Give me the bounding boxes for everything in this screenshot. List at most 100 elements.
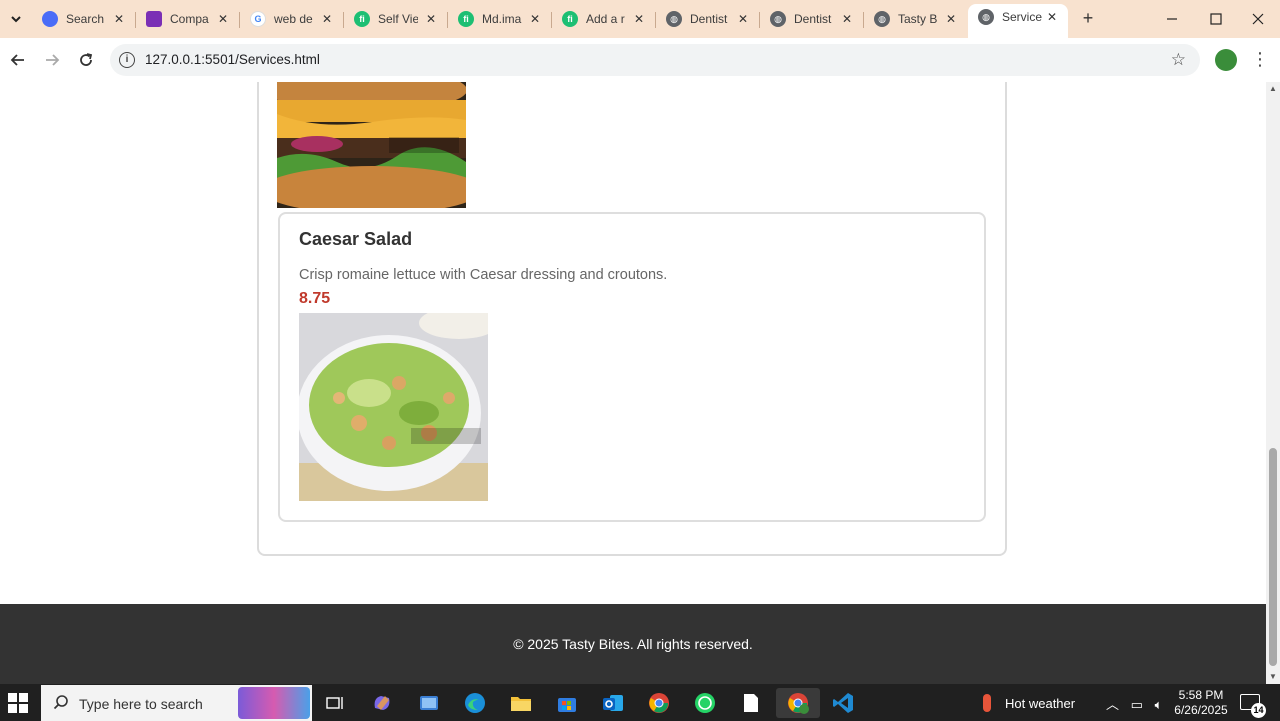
- close-icon[interactable]: ✕: [319, 11, 335, 27]
- close-icon: [1252, 13, 1264, 25]
- globe-icon: ◍: [978, 9, 994, 25]
- clock-time: 5:58 PM: [1178, 688, 1224, 702]
- salad-image: [299, 313, 488, 501]
- chrome-icon[interactable]: [644, 688, 674, 718]
- notepad-icon[interactable]: [736, 688, 766, 718]
- system-tray[interactable]: ︿ ▭ 🔈︎: [1106, 694, 1162, 713]
- close-icon[interactable]: ✕: [839, 11, 855, 27]
- tab-strip: Search ✕ Compa ✕ G web de ✕ fi Self Vie …: [0, 0, 1280, 38]
- back-button[interactable]: [6, 48, 30, 72]
- globe-icon: ◍: [770, 11, 786, 27]
- fiverr-icon: fi: [562, 11, 578, 27]
- salad-photo: [299, 313, 488, 501]
- close-icon[interactable]: ✕: [527, 11, 543, 27]
- item-price: 8.75: [299, 290, 331, 307]
- profile-avatar[interactable]: [1215, 49, 1237, 71]
- search-icon: [53, 695, 68, 710]
- burger-image: [277, 82, 466, 208]
- close-icon[interactable]: ✕: [1044, 9, 1060, 25]
- fiverr-icon: fi: [354, 11, 370, 27]
- tab-title: Add a r: [586, 12, 625, 26]
- windows-taskbar: Type here to search Hot weather ︿ ▭ 🔈︎ 5…: [0, 684, 1280, 721]
- tab-title: Dentist: [690, 12, 728, 26]
- menu-item-card: Caesar Salad Crisp romaine lettuce with …: [278, 212, 986, 522]
- chevron-down-icon: [11, 16, 21, 23]
- arrow-right-icon: [46, 54, 60, 66]
- close-icon[interactable]: ✕: [111, 11, 127, 27]
- edge-icon[interactable]: [460, 688, 490, 718]
- clock-date: 6/26/2025: [1174, 703, 1228, 717]
- outlook-icon[interactable]: [598, 688, 628, 718]
- tab-0[interactable]: Search ✕: [32, 6, 136, 32]
- tab-title: web de: [274, 12, 313, 26]
- tab-active[interactable]: ◍ Service ✕: [968, 4, 1068, 38]
- tab-6[interactable]: ◍ Dentist ✕: [656, 6, 760, 32]
- search-highlight-image: [238, 687, 310, 719]
- tab-5[interactable]: fi Add a r ✕: [552, 6, 656, 32]
- scroll-thumb[interactable]: [1269, 448, 1277, 666]
- new-tab-button[interactable]: +: [1078, 9, 1098, 29]
- vscode-icon[interactable]: [828, 688, 858, 718]
- tab-title: Compa: [170, 12, 209, 26]
- tab-title: Dentist: [794, 12, 832, 26]
- tab-title: Search: [66, 12, 105, 26]
- copilot-icon: [42, 11, 58, 27]
- photos-icon[interactable]: [414, 688, 444, 718]
- close-icon[interactable]: ✕: [215, 11, 231, 27]
- page-scrollbar[interactable]: ▲ ▼: [1266, 82, 1280, 684]
- tab-title: Service: [1002, 10, 1042, 24]
- taskbar-search-box[interactable]: Type here to search: [41, 685, 312, 721]
- fiverr-icon: fi: [458, 11, 474, 27]
- windows-start-icon[interactable]: [8, 693, 28, 713]
- tab-8[interactable]: ◍ Tasty Bi ✕: [864, 6, 967, 32]
- globe-icon: ◍: [874, 11, 890, 27]
- globe-icon: ◍: [666, 11, 682, 27]
- close-icon[interactable]: ✕: [423, 11, 439, 27]
- item-title: Caesar Salad: [299, 229, 413, 249]
- address-bar[interactable]: i 127.0.0.1:5501/Services.html ☆: [110, 44, 1200, 76]
- weather-text: Hot weather: [1005, 695, 1076, 711]
- microsoft-store-icon[interactable]: [552, 688, 582, 718]
- tab-1[interactable]: Compa ✕: [136, 6, 240, 32]
- reload-button[interactable]: [74, 48, 98, 72]
- tab-7[interactable]: ◍ Dentist ✕: [760, 6, 864, 32]
- menu-kebab-icon[interactable]: ⋮: [1250, 48, 1270, 72]
- copilot-icon[interactable]: [367, 688, 397, 718]
- chevron-up-icon[interactable]: ︿: [1106, 697, 1119, 712]
- tab-4[interactable]: fi Md.ima ✕: [448, 6, 552, 32]
- scroll-up-icon[interactable]: ▲: [1268, 84, 1278, 94]
- close-icon[interactable]: ✕: [631, 11, 647, 27]
- minimize-button[interactable]: [1150, 0, 1194, 38]
- tab-title: Md.ima: [482, 12, 522, 26]
- close-icon[interactable]: ✕: [943, 11, 959, 27]
- page-footer: © 2025 Tasty Bites. All rights reserved.: [0, 604, 1266, 684]
- file-explorer-icon[interactable]: [506, 688, 536, 718]
- scroll-down-icon[interactable]: ▼: [1268, 672, 1278, 682]
- minimize-icon: [1167, 18, 1177, 20]
- thermometer-icon: [983, 694, 991, 712]
- arrow-left-icon: [10, 54, 24, 66]
- bookmark-star-icon[interactable]: ☆: [1171, 50, 1186, 70]
- tab-search-button[interactable]: [4, 7, 28, 31]
- site-info-icon[interactable]: i: [119, 52, 135, 68]
- forward-button[interactable]: [40, 48, 64, 72]
- tab-2[interactable]: G web de ✕: [240, 6, 344, 32]
- item-description: Crisp romaine lettuce with Caesar dressi…: [299, 267, 668, 283]
- task-view-icon[interactable]: [320, 688, 350, 718]
- chrome-active-icon[interactable]: [776, 688, 820, 718]
- maximize-button[interactable]: [1194, 0, 1238, 38]
- whatsapp-icon[interactable]: [690, 688, 720, 718]
- close-icon[interactable]: ✕: [735, 11, 751, 27]
- taskbar-clock[interactable]: 5:58 PM 6/26/2025: [1170, 688, 1232, 718]
- volume-icon[interactable]: 🔈︎: [1155, 697, 1163, 712]
- reload-icon: [80, 53, 93, 66]
- footer-copyright: © 2025 Tasty Bites. All rights reserved.: [513, 636, 753, 652]
- url-text[interactable]: 127.0.0.1:5501/Services.html: [145, 52, 320, 67]
- page-viewport: Caesar Salad Crisp romaine lettuce with …: [0, 82, 1266, 684]
- battery-icon[interactable]: ▭: [1131, 697, 1143, 712]
- close-window-button[interactable]: [1236, 0, 1280, 38]
- taskbar-search-placeholder: Type here to search: [79, 696, 203, 712]
- calendar-icon: [146, 11, 162, 27]
- tab-3[interactable]: fi Self Vie ✕: [344, 6, 448, 32]
- weather-widget[interactable]: Hot weather: [983, 694, 1075, 712]
